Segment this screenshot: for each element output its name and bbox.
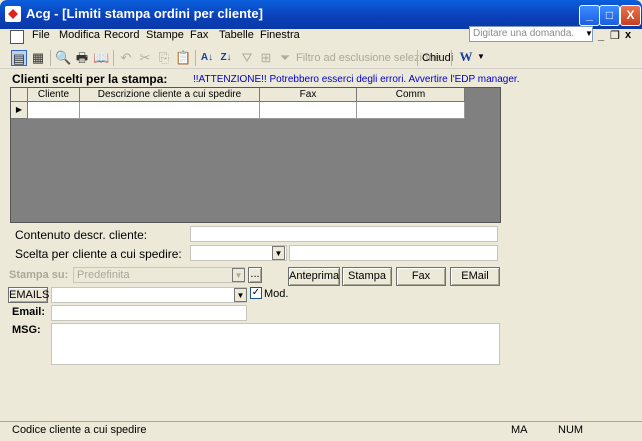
mod-checkbox[interactable]: ✓ [250, 287, 262, 299]
contenuto-input[interactable] [190, 226, 498, 242]
undo-icon[interactable]: ↶ [118, 50, 134, 66]
section-title: Clienti scelti per la stampa: [12, 72, 168, 86]
filter-icon[interactable]: ⏷ [277, 50, 293, 66]
cell-cliente[interactable] [28, 102, 80, 119]
msg-label: MSG: [12, 324, 41, 336]
menu-fax[interactable]: Fax [190, 29, 208, 41]
toolbar-separator [451, 50, 452, 66]
stampa-su-select[interactable]: Predefinita [73, 267, 245, 283]
menu-modifica[interactable]: Modifica [59, 29, 100, 41]
toolbar-separator [113, 50, 114, 66]
scelta-label: Scelta per cliente a cui spedire: [15, 247, 182, 261]
email-input[interactable] [51, 305, 247, 321]
chevron-down-icon[interactable]: ▼ [232, 268, 245, 282]
menu-record[interactable]: Record [104, 29, 139, 41]
mod-label: Mod. [264, 288, 289, 300]
chiudi-button[interactable]: Chiudi [422, 52, 453, 64]
row-selector[interactable]: ▶ [11, 102, 28, 119]
chevron-down-icon[interactable]: ▼ [585, 29, 593, 38]
scelta-description-field[interactable] [289, 245, 498, 261]
maximize-button[interactable]: □ [599, 5, 620, 26]
emails-select[interactable] [51, 287, 247, 303]
toolbar-separator [195, 50, 196, 66]
stampa-su-browse-button[interactable]: ... [248, 267, 262, 283]
chevron-down-icon[interactable]: ▼ [234, 288, 247, 302]
toolbar-separator [417, 50, 418, 66]
close-button[interactable]: X [620, 5, 641, 26]
doc-close-icon[interactable]: x [625, 29, 631, 41]
ask-question-input[interactable]: Digitare una domanda. [469, 26, 593, 42]
contenuto-label: Contenuto descr. cliente: [15, 228, 148, 242]
doc-restore-icon[interactable]: ❐ [610, 29, 620, 42]
row-selector-header [11, 88, 28, 102]
filter-selection-icon[interactable]: ⛛ [239, 50, 255, 66]
paste-icon[interactable]: 📋 [175, 50, 191, 66]
anteprima-button[interactable]: Anteprima [288, 267, 340, 286]
minimize-button[interactable]: _ [579, 5, 600, 26]
msg-textarea[interactable] [51, 323, 500, 365]
status-text: Codice cliente a cui spedire [12, 424, 147, 436]
print-preview-icon[interactable]: 🔍 [55, 50, 71, 66]
chevron-down-icon[interactable]: ▼ [272, 246, 285, 260]
stampa-button[interactable]: Stampa [342, 267, 392, 286]
status-ma: MA [511, 424, 528, 436]
cell-comm[interactable] [357, 102, 465, 119]
column-header-cliente[interactable]: Cliente [28, 88, 80, 102]
column-header-descrizione[interactable]: Descrizione cliente a cui spedire [80, 88, 260, 102]
status-num: NUM [558, 424, 584, 436]
cell-fax[interactable] [260, 102, 357, 119]
warning-text: !!ATTENZIONE!! Potrebbero esserci degli … [193, 74, 520, 85]
stampa-su-label: Stampa su: [9, 269, 69, 281]
email-label: Email: [12, 306, 46, 318]
toolbar-separator [50, 50, 51, 66]
spelling-icon[interactable]: 📖 [93, 50, 109, 66]
cut-icon[interactable]: ✂ [137, 50, 153, 66]
menu-stampe[interactable]: Stampe [146, 29, 184, 41]
document-icon[interactable] [10, 30, 24, 44]
print-icon[interactable]: 🖶 [74, 50, 90, 66]
emails-button[interactable]: EMAILS [8, 287, 49, 303]
email-button[interactable]: EMail [450, 267, 500, 286]
app-icon[interactable] [5, 6, 21, 22]
form-view-icon[interactable]: ▤ [11, 50, 27, 66]
doc-minimize-icon[interactable]: _ [598, 30, 604, 42]
column-header-comm[interactable]: Comm [357, 88, 465, 102]
chevron-down-icon[interactable]: ▼ [477, 52, 485, 61]
copy-icon[interactable]: ⎘ [156, 50, 172, 66]
datasheet-view-icon[interactable]: ▦ [30, 50, 46, 66]
clients-grid[interactable]: Cliente Descrizione cliente a cui spedir… [10, 87, 501, 223]
cell-descrizione[interactable] [80, 102, 260, 119]
menu-tabelle[interactable]: Tabelle [219, 29, 254, 41]
sort-descending-icon[interactable]: Z↓ [218, 50, 234, 66]
word-icon[interactable]: W [458, 49, 474, 65]
sort-ascending-icon[interactable]: A↓ [199, 50, 215, 66]
menu-file[interactable]: File [32, 29, 50, 41]
column-header-fax[interactable]: Fax [260, 88, 357, 102]
menu-finestra[interactable]: Finestra [260, 29, 300, 41]
window-title: Acg - [Limiti stampa ordini per cliente] [26, 6, 263, 21]
filter-exclusion-button[interactable]: Filtro ad esclusione selezione [296, 52, 440, 64]
fax-button[interactable]: Fax [396, 267, 446, 286]
filter-form-icon[interactable]: ⊞ [258, 50, 274, 66]
